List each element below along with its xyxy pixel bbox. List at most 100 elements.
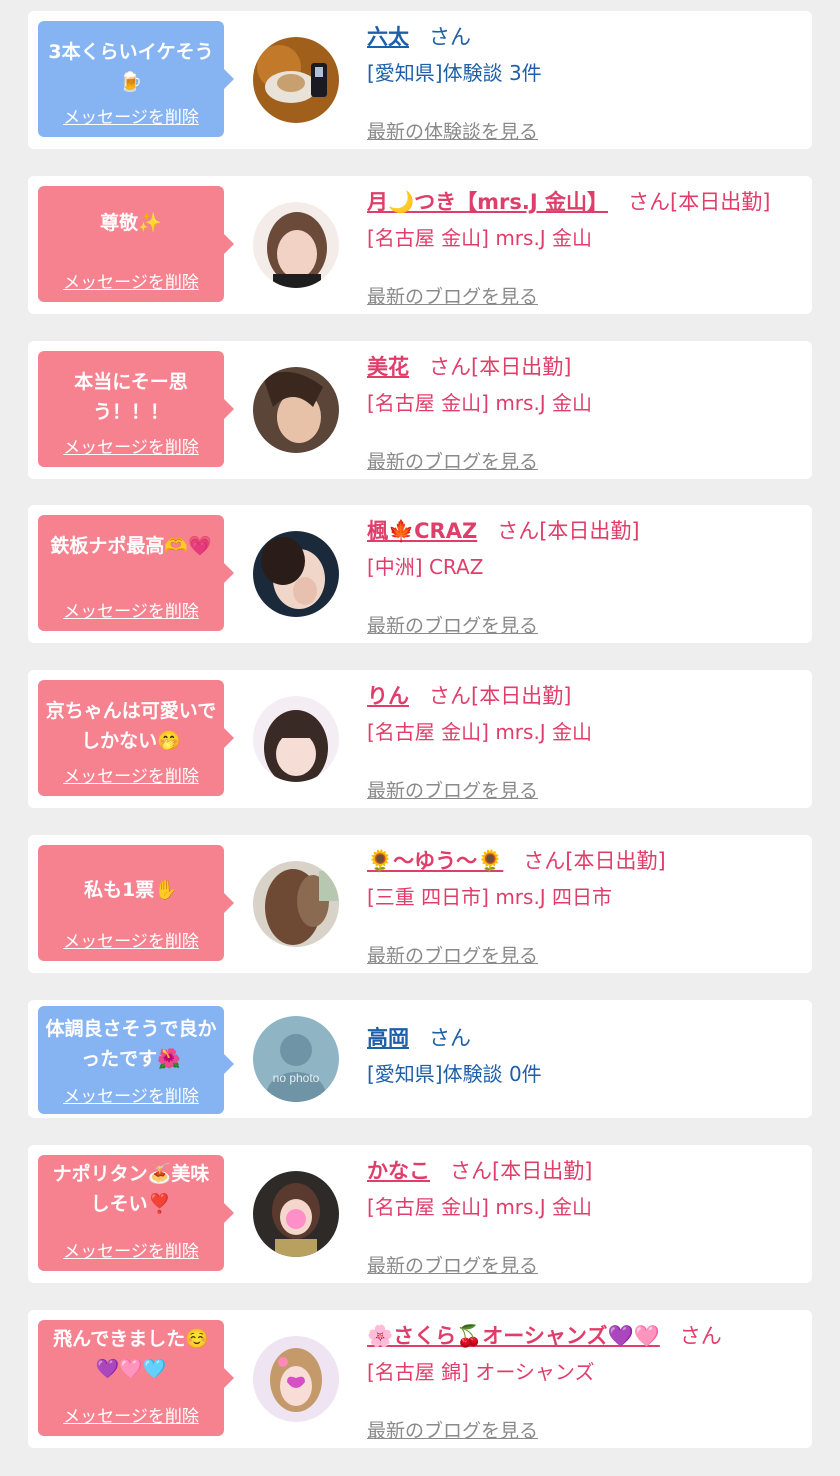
- name-suffix: さん[本日出勤]: [429, 684, 572, 708]
- cast-info: かなこ さん[本日出勤] [名古屋 金山] mrs.J 金山 最新のブログを見る: [367, 1155, 798, 1277]
- message-text: 体調良さそうで良かったです🌺: [45, 1018, 217, 1070]
- avatar[interactable]: [253, 37, 339, 123]
- cast-name-link[interactable]: 🌸さくら🍒オーシャンズ💜🩷: [367, 1324, 660, 1348]
- latest-blog-link[interactable]: 最新のブログを見る: [367, 611, 538, 638]
- message-text: 鉄板ナポ最高🫶💗: [50, 535, 212, 557]
- woman-photo-icon: [253, 1171, 339, 1257]
- avatar[interactable]: no photo: [253, 1016, 339, 1102]
- cast-name-link[interactable]: 🌻〜ゆう〜🌻: [367, 849, 503, 873]
- message-card: 私も1票✋ メッセージを削除 🌻〜ゆう〜🌻 さん[本日出勤] [三重 四日市] m…: [28, 835, 812, 973]
- shop-area: [名古屋 金山] mrs.J 金山: [367, 226, 593, 250]
- food-photo-icon: [253, 37, 339, 123]
- message-text: 尊敬✨: [100, 212, 162, 234]
- delete-message-link[interactable]: メッセージを削除: [38, 268, 224, 293]
- delete-message-link[interactable]: メッセージを削除: [38, 1082, 224, 1107]
- message-card: 本当にそー思う！！！ メッセージを削除 美花 さん[本日出勤] [名古屋 金山] …: [28, 341, 812, 479]
- cast-info: りん さん[本日出勤] [名古屋 金山] mrs.J 金山 最新のブログを見る: [367, 680, 798, 802]
- delete-message-link[interactable]: メッセージを削除: [38, 1237, 224, 1262]
- name-suffix: さん[本日出勤]: [523, 849, 666, 873]
- message-card: ナポリタン🍝美味しそい❣️ メッセージを削除 かなこ さん[本日出勤] [名古屋 …: [28, 1145, 812, 1283]
- cast-info: 🌸さくら🍒オーシャンズ💜🩷 さん [名古屋 錦] オーシャンズ 最新のブログを見る: [367, 1320, 798, 1442]
- shop-area: [名古屋 金山] mrs.J 金山: [367, 391, 593, 415]
- name-suffix: さん[本日出勤]: [450, 1159, 593, 1183]
- avatar[interactable]: [253, 202, 339, 288]
- message-bubble: 尊敬✨ メッセージを削除: [38, 186, 234, 302]
- delete-message-link[interactable]: メッセージを削除: [38, 762, 224, 787]
- message-bubble: 京ちゃんは可愛いでしかない🤭 メッセージを削除: [38, 680, 234, 796]
- name-suffix: さん: [429, 1026, 471, 1050]
- woman-photo-icon: [253, 861, 339, 947]
- name-suffix: さん: [679, 1324, 722, 1348]
- woman-photo-icon: [253, 367, 339, 453]
- cast-name-link[interactable]: りん: [367, 684, 409, 708]
- latest-blog-link[interactable]: 最新のブログを見る: [367, 941, 538, 968]
- cast-name-link[interactable]: 美花: [367, 355, 409, 379]
- cast-info: 🌻〜ゆう〜🌻 さん[本日出勤] [三重 四日市] mrs.J 四日市 最新のブログ…: [367, 845, 798, 967]
- latest-blog-link[interactable]: 最新のブログを見る: [367, 1416, 538, 1443]
- avatar[interactable]: [253, 696, 339, 782]
- message-bubble: 体調良さそうで良かったです🌺 メッセージを削除: [38, 1006, 234, 1114]
- no-photo-icon: no photo: [253, 1016, 339, 1102]
- woman-photo-icon: [253, 531, 339, 617]
- woman-photo-icon: [253, 202, 339, 288]
- cast-name-link[interactable]: かなこ: [367, 1159, 430, 1183]
- delete-message-link[interactable]: メッセージを削除: [38, 1402, 224, 1427]
- avatar[interactable]: [253, 861, 339, 947]
- message-card: 尊敬✨ メッセージを削除 月🌙つき【mrs.J 金山】 さん[本日出勤] [名古屋…: [28, 176, 812, 314]
- message-card: 3本くらいイケそう🍺 メッセージを削除 六太 さん [愛知県]体験談 3件 最新の…: [28, 11, 812, 149]
- reviewer-area: [愛知県]体験談 0件: [367, 1062, 542, 1086]
- reviewer-name-link[interactable]: 高岡: [367, 1026, 409, 1050]
- message-bubble: 私も1票✋ メッセージを削除: [38, 845, 234, 961]
- message-bubble: ナポリタン🍝美味しそい❣️ メッセージを削除: [38, 1155, 234, 1271]
- woman-photo-icon: [253, 696, 339, 782]
- message-list: 3本くらいイケそう🍺 メッセージを削除 六太 さん [愛知県]体験談 3件 最新の…: [0, 0, 840, 1476]
- message-text: 京ちゃんは可愛いでしかない🤭: [45, 700, 217, 752]
- no-photo-label: no photo: [273, 1071, 320, 1085]
- message-text: ナポリタン🍝美味しそい❣️: [52, 1163, 210, 1215]
- cast-info: 楓🍁CRAZ さん[本日出勤] [中洲] CRAZ 最新のブログを見る: [367, 515, 798, 637]
- shop-area: [名古屋 金山] mrs.J 金山: [367, 1195, 593, 1219]
- latest-link[interactable]: 最新の体験談を見る: [367, 117, 538, 144]
- name-suffix: さん[本日出勤]: [497, 519, 640, 543]
- message-text: 3本くらいイケそう🍺: [48, 41, 214, 93]
- reviewer-info: 六太 さん [愛知県]体験談 3件 最新の体験談を見る: [367, 21, 798, 143]
- message-bubble: 3本くらいイケそう🍺 メッセージを削除: [38, 21, 234, 137]
- reviewer-name-link[interactable]: 六太: [367, 25, 409, 49]
- cast-name-link[interactable]: 月🌙つき【mrs.J 金山】: [367, 190, 608, 214]
- delete-message-link[interactable]: メッセージを削除: [38, 433, 224, 458]
- latest-blog-link[interactable]: 最新のブログを見る: [367, 1251, 538, 1278]
- delete-message-link[interactable]: メッセージを削除: [38, 597, 224, 622]
- message-bubble: 飛んできました☺️💜🩷🩵 メッセージを削除: [38, 1320, 234, 1436]
- message-text: 飛んできました☺️💜🩷🩵: [53, 1328, 209, 1380]
- latest-blog-link[interactable]: 最新のブログを見る: [367, 776, 538, 803]
- delete-message-link[interactable]: メッセージを削除: [38, 927, 224, 952]
- shop-area: [三重 四日市] mrs.J 四日市: [367, 885, 613, 909]
- shop-area: [名古屋 錦] オーシャンズ: [367, 1360, 595, 1384]
- message-bubble: 本当にそー思う！！！ メッセージを削除: [38, 351, 234, 467]
- reviewer-info: 高岡 さん [愛知県]体験談 0件: [367, 1010, 798, 1090]
- message-card: 飛んできました☺️💜🩷🩵 メッセージを削除 🌸さくら🍒オーシャンズ💜🩷 さん [名…: [28, 1310, 812, 1448]
- reviewer-area: [愛知県]体験談 3件: [367, 61, 542, 85]
- cast-name-link[interactable]: 楓🍁CRAZ: [367, 519, 477, 543]
- latest-blog-link[interactable]: 最新のブログを見る: [367, 282, 538, 309]
- cast-info: 美花 さん[本日出勤] [名古屋 金山] mrs.J 金山 最新のブログを見る: [367, 351, 798, 473]
- message-bubble: 鉄板ナポ最高🫶💗 メッセージを削除: [38, 515, 234, 631]
- name-suffix: さん: [429, 25, 471, 49]
- shop-area: [中洲] CRAZ: [367, 555, 484, 579]
- name-suffix: さん[本日出勤]: [628, 190, 771, 214]
- woman-photo-icon: [253, 1336, 339, 1422]
- avatar[interactable]: [253, 1171, 339, 1257]
- message-text: 本当にそー思う！！！: [74, 371, 188, 423]
- shop-area: [名古屋 金山] mrs.J 金山: [367, 720, 593, 744]
- avatar[interactable]: [253, 1336, 339, 1422]
- message-card: 鉄板ナポ最高🫶💗 メッセージを削除 楓🍁CRAZ さん[本日出勤] [中洲] CR…: [28, 505, 812, 643]
- latest-blog-link[interactable]: 最新のブログを見る: [367, 447, 538, 474]
- avatar[interactable]: [253, 531, 339, 617]
- delete-message-link[interactable]: メッセージを削除: [38, 103, 224, 128]
- message-card: 京ちゃんは可愛いでしかない🤭 メッセージを削除 りん さん[本日出勤] [名古屋 …: [28, 670, 812, 808]
- name-suffix: さん[本日出勤]: [429, 355, 572, 379]
- avatar[interactable]: [253, 367, 339, 453]
- message-card: 体調良さそうで良かったです🌺 メッセージを削除 no photo 高岡 さん [愛…: [28, 1000, 812, 1118]
- cast-info: 月🌙つき【mrs.J 金山】 さん[本日出勤] [名古屋 金山] mrs.J 金山…: [367, 186, 798, 308]
- message-text: 私も1票✋: [84, 879, 178, 901]
